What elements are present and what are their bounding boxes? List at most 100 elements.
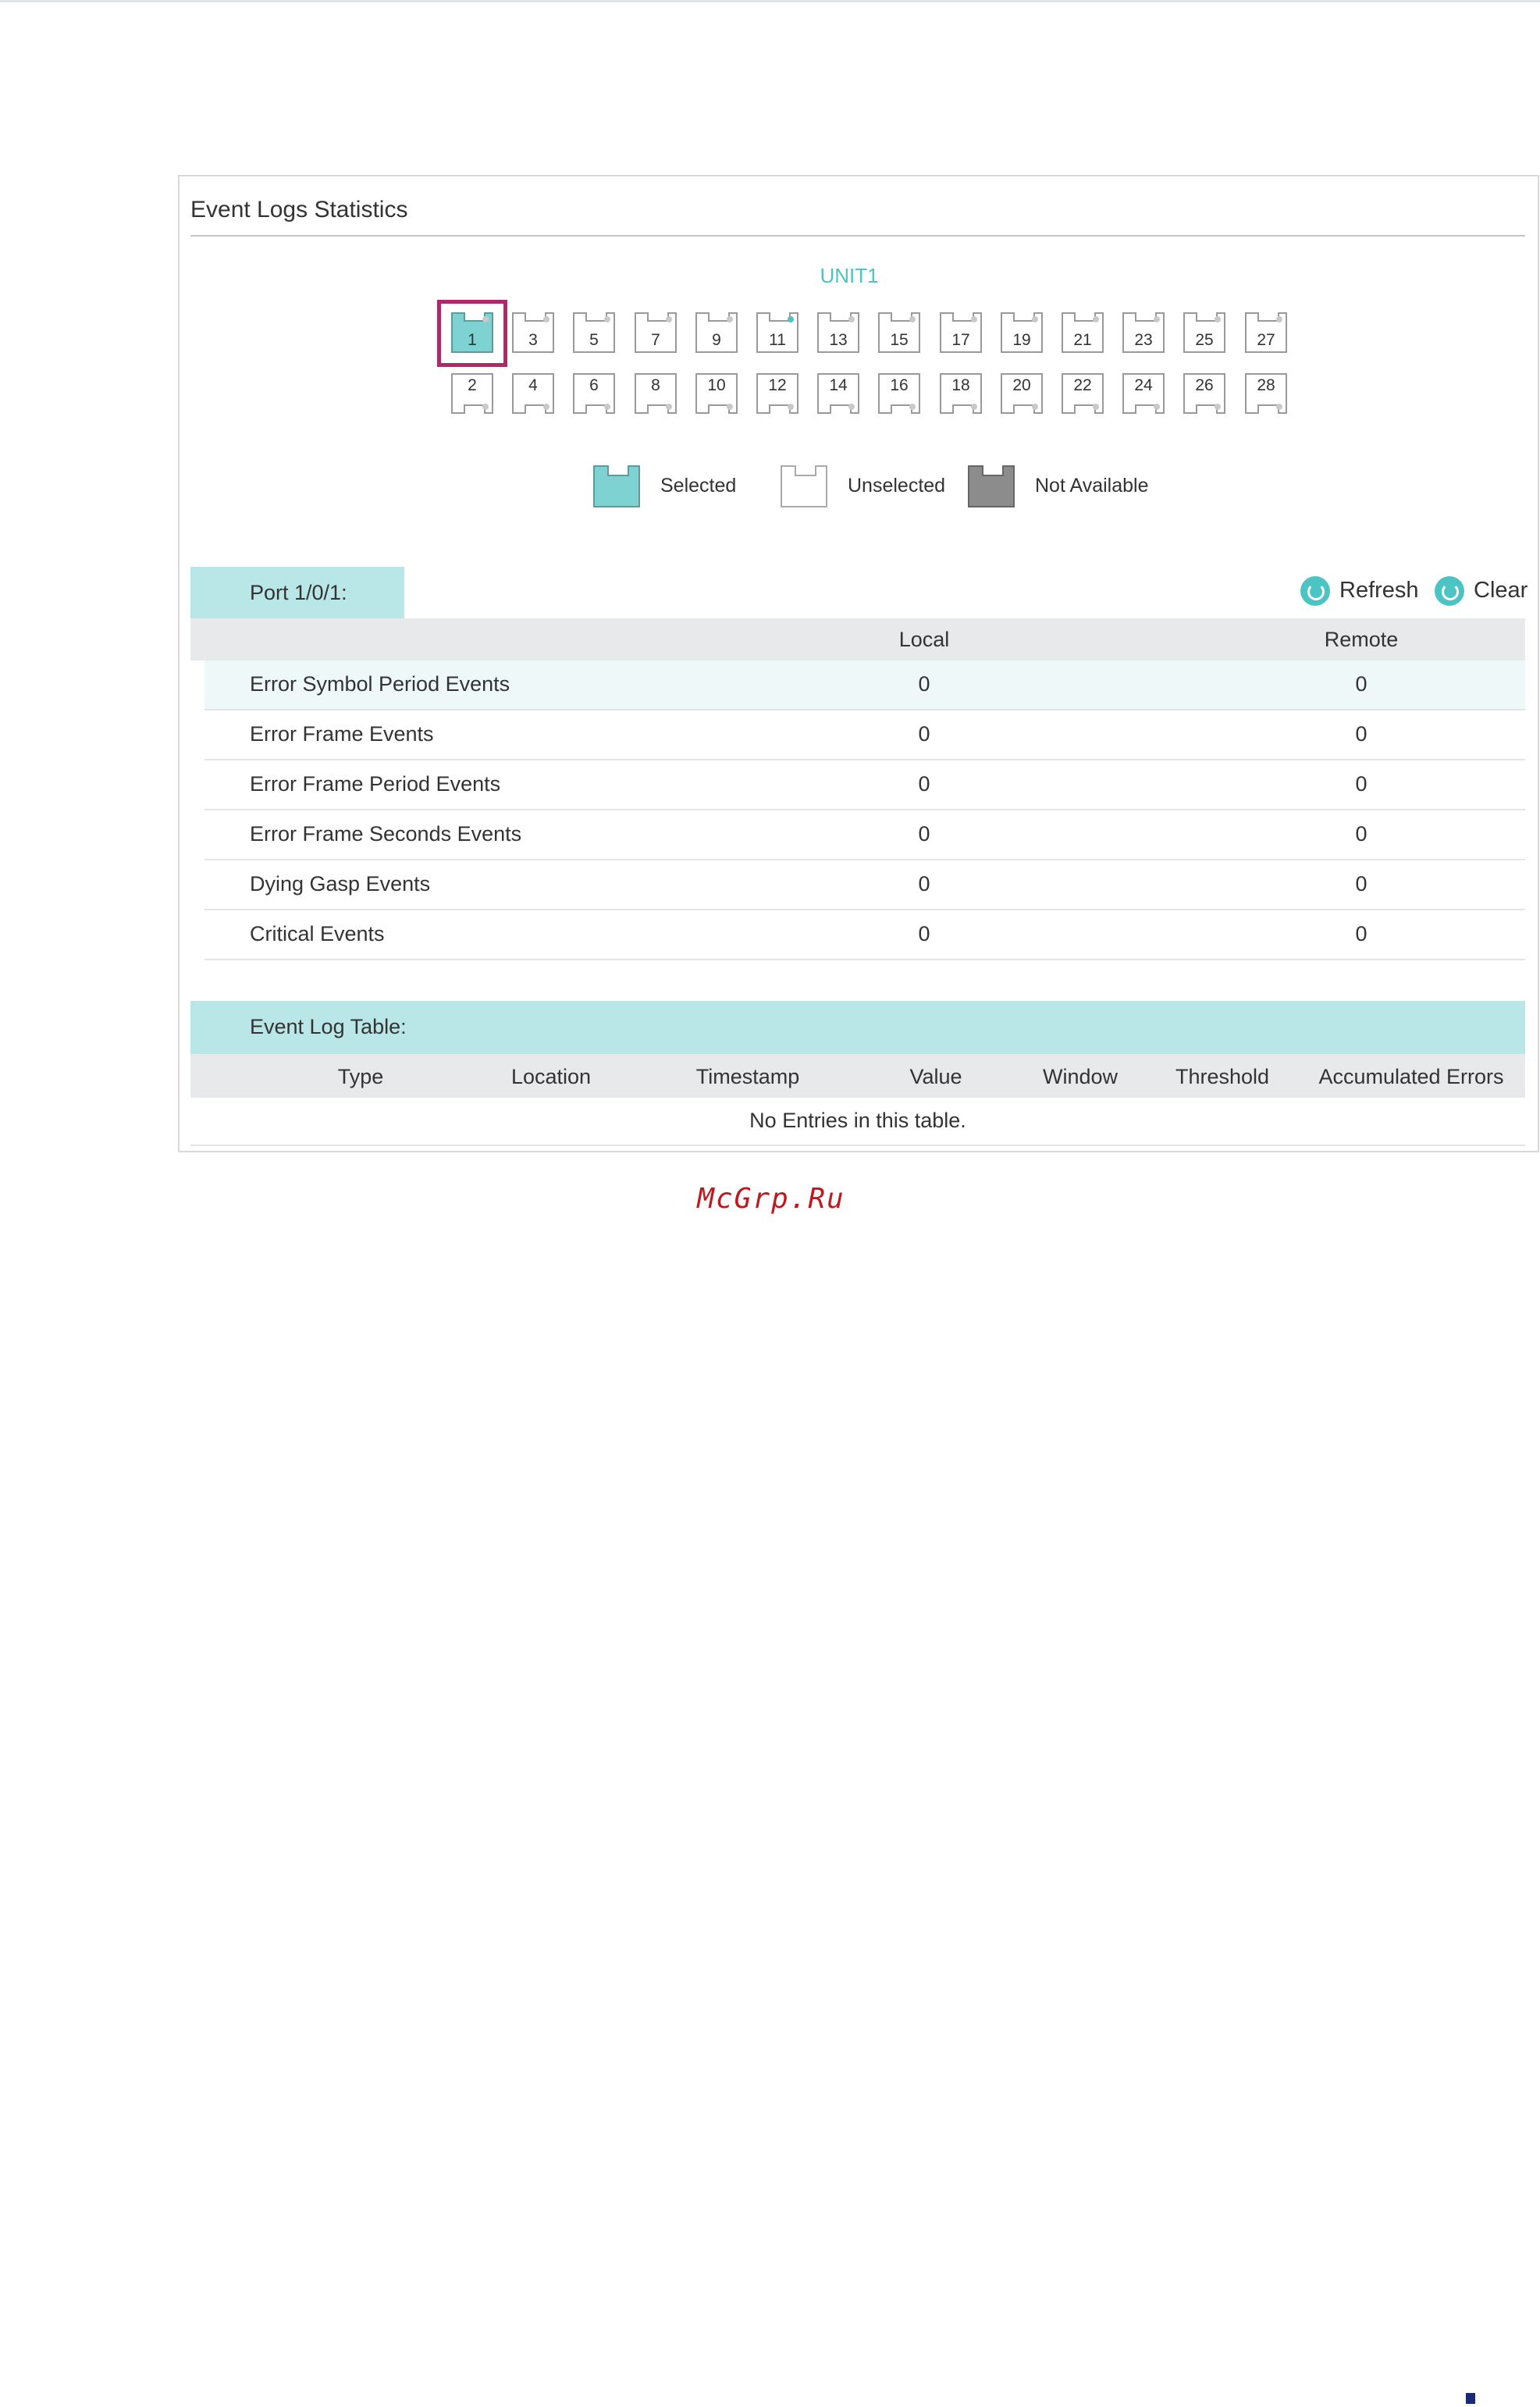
port-number: 3: [528, 331, 538, 349]
row-remote-value: 0: [1355, 772, 1368, 796]
corner-mark: [1466, 2393, 1475, 2404]
row-remote-value: 0: [1355, 822, 1368, 846]
port-22-button[interactable]: 22: [1062, 373, 1104, 414]
port-26-button[interactable]: 26: [1183, 373, 1225, 414]
port-24-button[interactable]: 24: [1122, 373, 1165, 414]
row-remote-value: 0: [1355, 722, 1368, 746]
row-label: Critical Events: [250, 922, 385, 945]
port-led-icon: [1093, 316, 1099, 322]
port-9-button[interactable]: 9: [695, 312, 738, 353]
port-3-button[interactable]: 3: [512, 312, 554, 353]
clear-button[interactable]: Clear: [1435, 573, 1528, 607]
port-number: 9: [712, 331, 721, 349]
port-led-icon: [971, 316, 977, 322]
row-label: Dying Gasp Events: [250, 872, 431, 896]
port-led-icon: [788, 404, 794, 410]
port-number: 24: [1134, 376, 1153, 394]
port-led-icon: [727, 404, 733, 410]
row-local-value: 0: [918, 822, 930, 846]
event-logs-panel: Event Logs Statistics UNIT1 1 3 5 7 9 11 13 15 1…: [178, 175, 1539, 1152]
port-18-button[interactable]: 18: [940, 373, 982, 414]
refresh-label: Refresh: [1339, 578, 1419, 603]
port-11-button[interactable]: 11: [756, 312, 798, 353]
port-7-button[interactable]: 7: [635, 312, 677, 353]
row-remote-value: 0: [1355, 672, 1368, 696]
port-led-icon: [909, 404, 916, 410]
column-window: Window: [1042, 1065, 1119, 1088]
port-16-button[interactable]: 16: [878, 373, 920, 414]
row-label: Error Frame Events: [250, 722, 434, 746]
port-10-button[interactable]: 10: [695, 373, 738, 414]
port-25-button[interactable]: 25: [1183, 312, 1225, 353]
port-20-button[interactable]: 20: [1001, 373, 1043, 414]
port-6-button[interactable]: 6: [573, 373, 615, 414]
port-led-icon: [543, 404, 549, 410]
port-led-icon: [1215, 404, 1221, 410]
table-row: Error Frame Events 0 0: [205, 710, 1525, 760]
port-led-icon: [666, 316, 672, 322]
column-location: Location: [510, 1065, 592, 1088]
column-type: Type: [337, 1065, 384, 1088]
port-number: 2: [468, 376, 477, 394]
port-led-icon: [848, 316, 855, 322]
port-number: 7: [651, 331, 660, 349]
port-number: 18: [951, 376, 970, 394]
empty-table-message: No Entries in this table.: [749, 1109, 966, 1132]
unit-label: UNIT1: [820, 264, 879, 287]
top-rule: [0, 0, 1540, 2]
port-number: 8: [651, 376, 660, 394]
port-number: 13: [829, 331, 848, 349]
selected-port-highlight: [437, 300, 507, 367]
port-number: 23: [1134, 331, 1153, 349]
port-21-button[interactable]: 21: [1062, 312, 1104, 353]
port-4-button[interactable]: 4: [512, 373, 554, 414]
refresh-button[interactable]: Refresh: [1300, 573, 1419, 607]
legend-not-available-label: Not Available: [1035, 475, 1149, 497]
port-28-button[interactable]: 28: [1245, 373, 1287, 414]
port-17-button[interactable]: 17: [940, 312, 982, 353]
port-led-icon: [1276, 404, 1282, 410]
table-row: Dying Gasp Events 0 0: [205, 860, 1525, 910]
port-led-icon: [1032, 316, 1038, 322]
legend-unselected: Unselected: [781, 465, 960, 509]
port-number: 22: [1073, 376, 1092, 394]
port-number: 10: [707, 376, 726, 394]
port-led-icon: [1276, 316, 1282, 322]
port-number: 27: [1257, 331, 1275, 349]
port-2-button[interactable]: 2: [451, 373, 493, 414]
row-local-value: 0: [918, 672, 930, 696]
stats-table-header: Local Remote: [190, 618, 1525, 661]
legend-unselected-label: Unselected: [848, 475, 946, 497]
refresh-icon: [1300, 576, 1330, 606]
column-threshold: Threshold: [1175, 1065, 1270, 1088]
row-remote-value: 0: [1355, 922, 1368, 945]
table-row: Critical Events 0 0: [205, 910, 1525, 960]
column-local: Local: [898, 628, 950, 651]
port-13-button[interactable]: 13: [817, 312, 859, 353]
port-15-button[interactable]: 15: [878, 312, 920, 353]
event-log-table-title: Event Log Table:: [250, 1015, 407, 1038]
title-divider: [190, 235, 1525, 237]
port-5-button[interactable]: 5: [573, 312, 615, 353]
port-number: 4: [528, 376, 538, 394]
table-row: Error Symbol Period Events 0 0: [205, 661, 1525, 710]
port-led-icon: [666, 404, 672, 410]
table-row: Error Frame Seconds Events 0 0: [205, 810, 1525, 860]
port-19-button[interactable]: 19: [1001, 312, 1043, 353]
port-led-icon: [727, 316, 733, 322]
port-12-button[interactable]: 12: [756, 373, 798, 414]
port-27-button[interactable]: 27: [1245, 312, 1287, 353]
port-8-button[interactable]: 8: [635, 373, 677, 414]
port-number: 17: [951, 331, 970, 349]
port-tab[interactable]: Port 1/0/1:: [190, 567, 404, 618]
port-23-button[interactable]: 23: [1122, 312, 1165, 353]
row-local-value: 0: [918, 772, 930, 796]
unselected-port-icon: [781, 465, 827, 507]
port-led-icon: [604, 404, 610, 410]
port-led-icon: [482, 404, 489, 410]
port-led-icon: [848, 404, 855, 410]
port-number: 15: [890, 331, 909, 349]
port-led-icon: [1154, 316, 1160, 322]
port-led-icon: [604, 316, 610, 322]
port-14-button[interactable]: 14: [817, 373, 859, 414]
